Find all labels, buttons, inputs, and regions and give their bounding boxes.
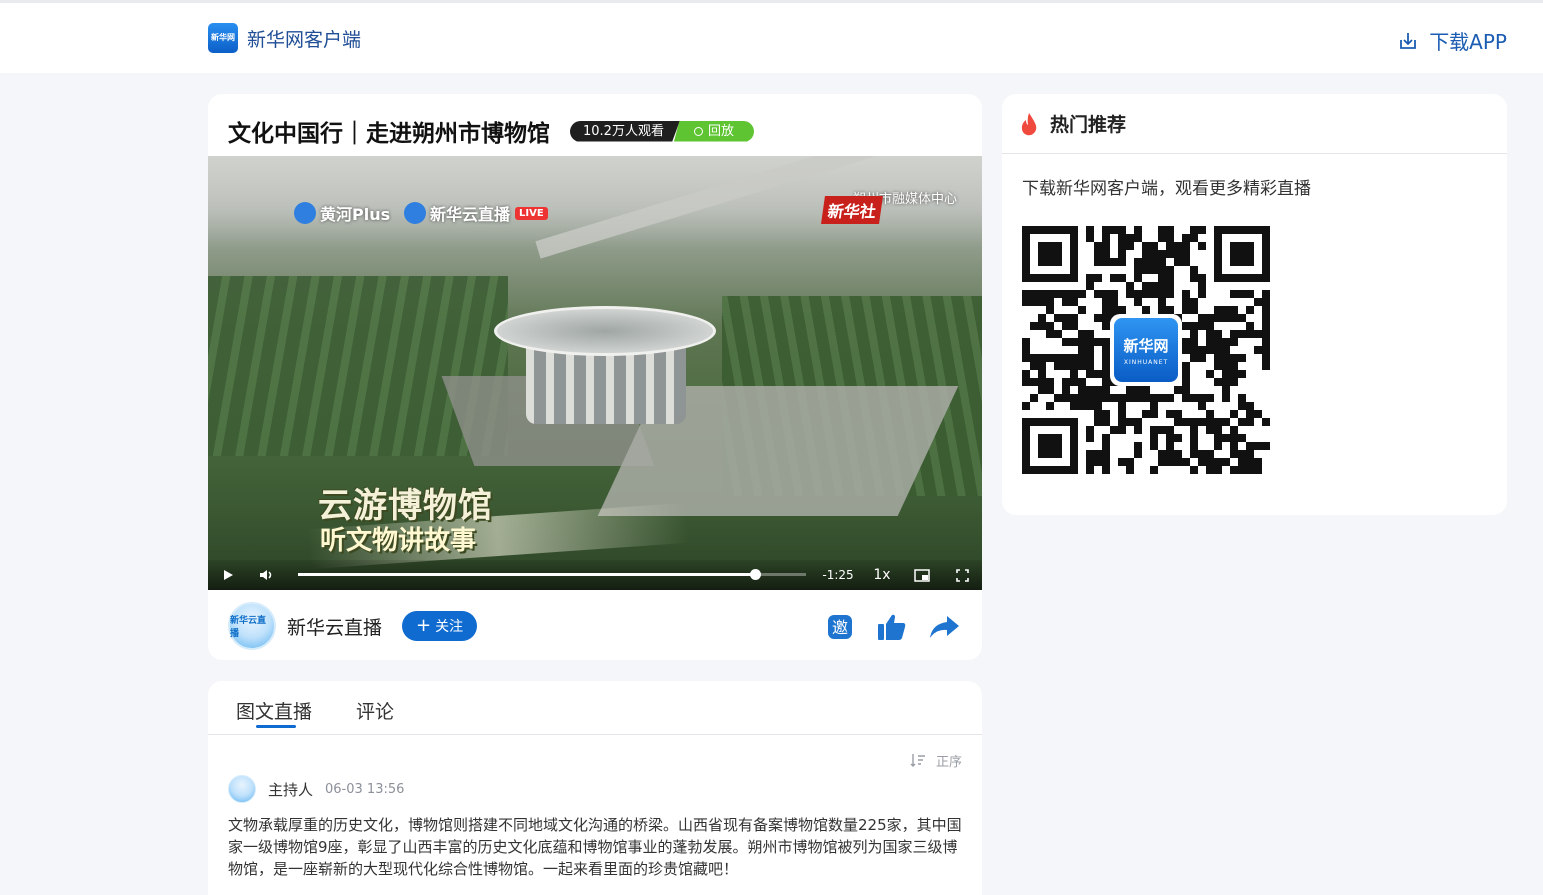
download-icon xyxy=(1400,32,1417,49)
follow-button[interactable]: + 关注 xyxy=(402,611,478,641)
live-title: 文化中国行｜走进朔州市博物馆 xyxy=(228,121,550,147)
live-card: 文化中国行｜走进朔州市博物馆 10.2万人观看 回放 黄河Plus 新华云直播 … xyxy=(208,94,982,660)
tab-comments[interactable]: 评论 xyxy=(356,697,394,724)
hot-recommend-header: 热门推荐 xyxy=(1002,94,1507,154)
author-avatar[interactable]: 新华云直播 xyxy=(228,602,276,650)
feed-card: 图文直播 评论 正序 主持人 06-03 13:56 文物承载厚重的历史文化，博… xyxy=(208,681,982,895)
xinhua-logo-icon: 新华网 xyxy=(208,23,238,53)
thumbs-up-icon xyxy=(878,614,906,640)
xinhua-cloud-logo-icon xyxy=(404,202,426,224)
action-bar: 邀 xyxy=(806,609,962,645)
follow-label: 关注 xyxy=(435,619,464,635)
qr-logo-cn: 新华网 xyxy=(1123,336,1169,355)
video-watermark-huanghe: 黄河Plus xyxy=(294,201,390,225)
invite-icon: 邀 xyxy=(828,615,852,639)
sort-order-label: 正序 xyxy=(935,755,962,770)
stamp-brand-text: 新华社 xyxy=(821,196,883,224)
brand-name: 新华网客户端 xyxy=(247,28,362,51)
replay-status-label: 回放 xyxy=(707,123,734,139)
progress-bar[interactable] xyxy=(298,569,806,580)
brand[interactable]: 新华网 新华网客户端 xyxy=(208,23,361,53)
like-button[interactable] xyxy=(874,609,910,645)
progress-fill xyxy=(298,573,756,576)
live-tag: LIVE xyxy=(515,206,548,220)
post-time: 06-03 13:56 xyxy=(325,781,405,797)
author-row: 新华云直播 新华云直播 + 关注 邀 xyxy=(228,602,962,650)
hot-recommend-description: 下载新华网客户端，观看更多精彩直播 xyxy=(1022,179,1311,199)
picture-in-picture-icon xyxy=(914,568,930,582)
time-remaining: -1:25 xyxy=(822,568,854,582)
xinhua-cloud-label: 新华云直播 xyxy=(430,205,511,224)
video-player[interactable]: 黄河Plus 新华云直播 LIVE 朔州市融媒体中心 新华社 云游博物馆 听文物… xyxy=(208,156,982,590)
share-arrow-icon xyxy=(930,616,959,638)
fire-icon xyxy=(1021,112,1037,135)
play-icon xyxy=(224,570,233,580)
qr-center-logo: 新华网 XINHUANET xyxy=(1110,314,1182,386)
replay-status-badge: 回放 xyxy=(673,120,754,142)
active-tab-indicator xyxy=(256,725,296,728)
fullscreen-button[interactable] xyxy=(950,560,974,590)
post-author: 主持人 xyxy=(268,780,314,799)
volume-button[interactable] xyxy=(256,560,278,590)
speed-button[interactable]: 1x xyxy=(870,560,894,590)
post-author-avatar xyxy=(228,775,256,803)
video-museum-roof xyxy=(494,306,716,356)
pip-button[interactable] xyxy=(910,560,934,590)
xinhuanet-logo-icon: 新华网 XINHUANET xyxy=(1114,318,1178,382)
video-caption-subtitle: 听文物讲故事 xyxy=(320,526,477,556)
author-name[interactable]: 新华云直播 xyxy=(287,613,382,640)
video-controls: -1:25 1x xyxy=(208,560,982,590)
volume-icon xyxy=(260,570,272,580)
site-header: 新华网 新华网客户端 下载APP xyxy=(0,3,1543,73)
download-app-label: 下载APP xyxy=(1429,30,1507,54)
view-count-badge: 10.2万人观看 xyxy=(570,120,680,142)
hot-recommend-title: 热门推荐 xyxy=(1050,114,1127,136)
tab-live-text[interactable]: 图文直播 xyxy=(236,697,312,724)
plus-icon: + xyxy=(416,615,432,636)
invite-button[interactable]: 邀 xyxy=(822,609,858,645)
post-body: 文物承载厚重的历史文化，博物馆则搭建不同地域文化沟通的桥梁。山西省现有备案博物馆… xyxy=(228,816,962,878)
download-app-button[interactable]: 下载APP xyxy=(1397,26,1507,55)
download-qr-code: 新华网 XINHUANET xyxy=(1022,226,1270,474)
sort-order-toggle[interactable]: 正序 xyxy=(910,751,962,770)
share-button[interactable] xyxy=(926,609,962,645)
video-watermark-xinhua-cloud: 新华云直播 LIVE xyxy=(404,201,548,225)
progress-handle[interactable] xyxy=(750,569,762,580)
post-header: 主持人 06-03 13:56 xyxy=(228,775,404,803)
huanghe-logo-icon xyxy=(294,202,316,224)
huanghe-label: 黄河Plus xyxy=(320,205,391,224)
qr-logo-en: XINHUANET xyxy=(1123,358,1169,366)
sort-icon xyxy=(910,754,925,767)
svg-text:邀: 邀 xyxy=(832,618,848,637)
feed-tabs: 图文直播 评论 xyxy=(208,681,982,735)
live-title-row: 文化中国行｜走进朔州市博物馆 10.2万人观看 回放 xyxy=(228,114,754,148)
video-stamp: 朔州市融媒体中心 新华社 xyxy=(821,188,958,224)
fullscreen-icon xyxy=(955,568,969,582)
hot-recommend-card: 热门推荐 下载新华网客户端，观看更多精彩直播 新华网 XINHUANET xyxy=(1002,94,1507,515)
replay-dot-icon xyxy=(693,126,703,136)
play-button[interactable] xyxy=(218,560,238,590)
